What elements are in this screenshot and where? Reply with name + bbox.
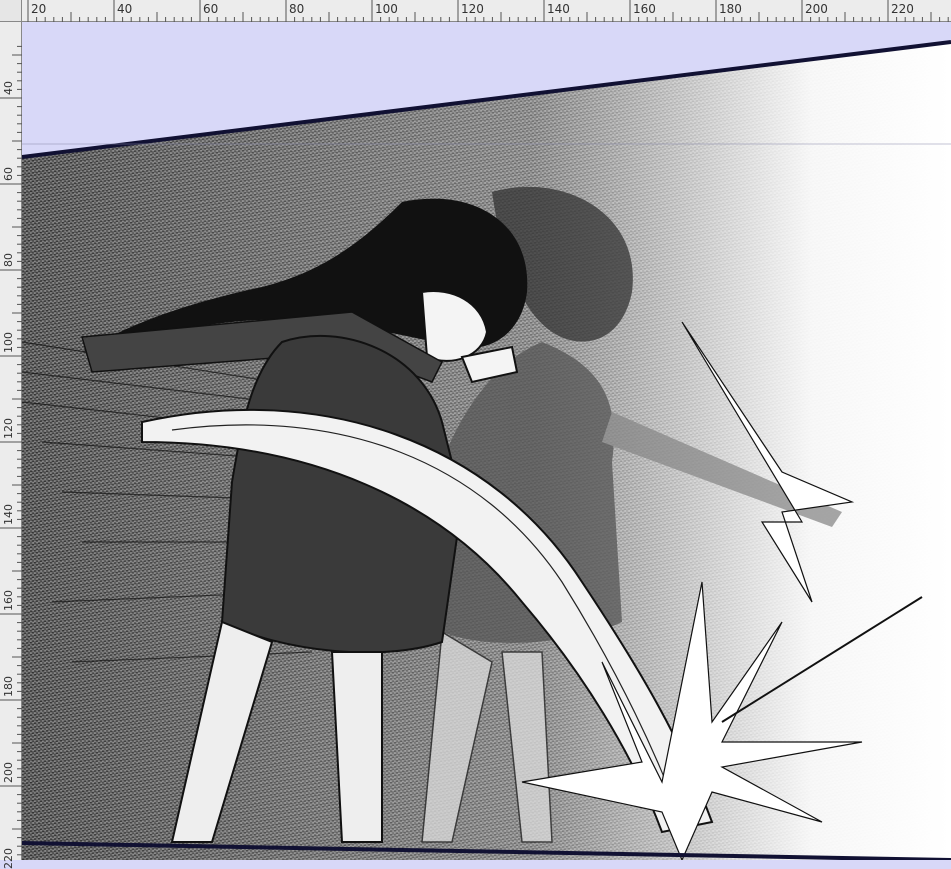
- ruler-label: 60: [2, 167, 15, 181]
- ruler-label: 100: [375, 2, 398, 16]
- drawing-canvas[interactable]: [22, 22, 951, 860]
- horizontal-ruler[interactable]: 20 40 60 80 100 120 140 160 180 200 220: [22, 0, 951, 22]
- ruler-label: 180: [719, 2, 742, 16]
- vertical-ruler[interactable]: 40 60 80 100 120 140 160 180 200 220: [0, 22, 22, 869]
- ruler-label: 220: [2, 848, 15, 869]
- vertical-ruler-ticks: [0, 45, 22, 856]
- ruler-label: 160: [2, 590, 15, 611]
- ruler-label: 60: [203, 2, 219, 16]
- ruler-label: 140: [547, 2, 570, 16]
- ruler-label: 200: [2, 762, 15, 783]
- ruler-label: 100: [2, 332, 15, 353]
- ruler-label: 40: [2, 81, 15, 95]
- ruler-corner: [0, 0, 22, 22]
- ruler-label: 20: [31, 2, 47, 16]
- ruler-label: 40: [117, 2, 133, 16]
- ruler-label: 120: [461, 2, 484, 16]
- ruler-label: 120: [2, 418, 15, 439]
- ruler-label: 220: [891, 2, 914, 16]
- ruler-label: 160: [633, 2, 656, 16]
- ruler-label: 80: [289, 2, 305, 16]
- ruler-label: 200: [805, 2, 828, 16]
- manga-panel-artwork: [22, 22, 951, 860]
- ruler-label: 140: [2, 504, 15, 525]
- ruler-label: 180: [2, 676, 15, 697]
- ruler-label: 80: [2, 253, 15, 267]
- panel-content: [22, 42, 951, 860]
